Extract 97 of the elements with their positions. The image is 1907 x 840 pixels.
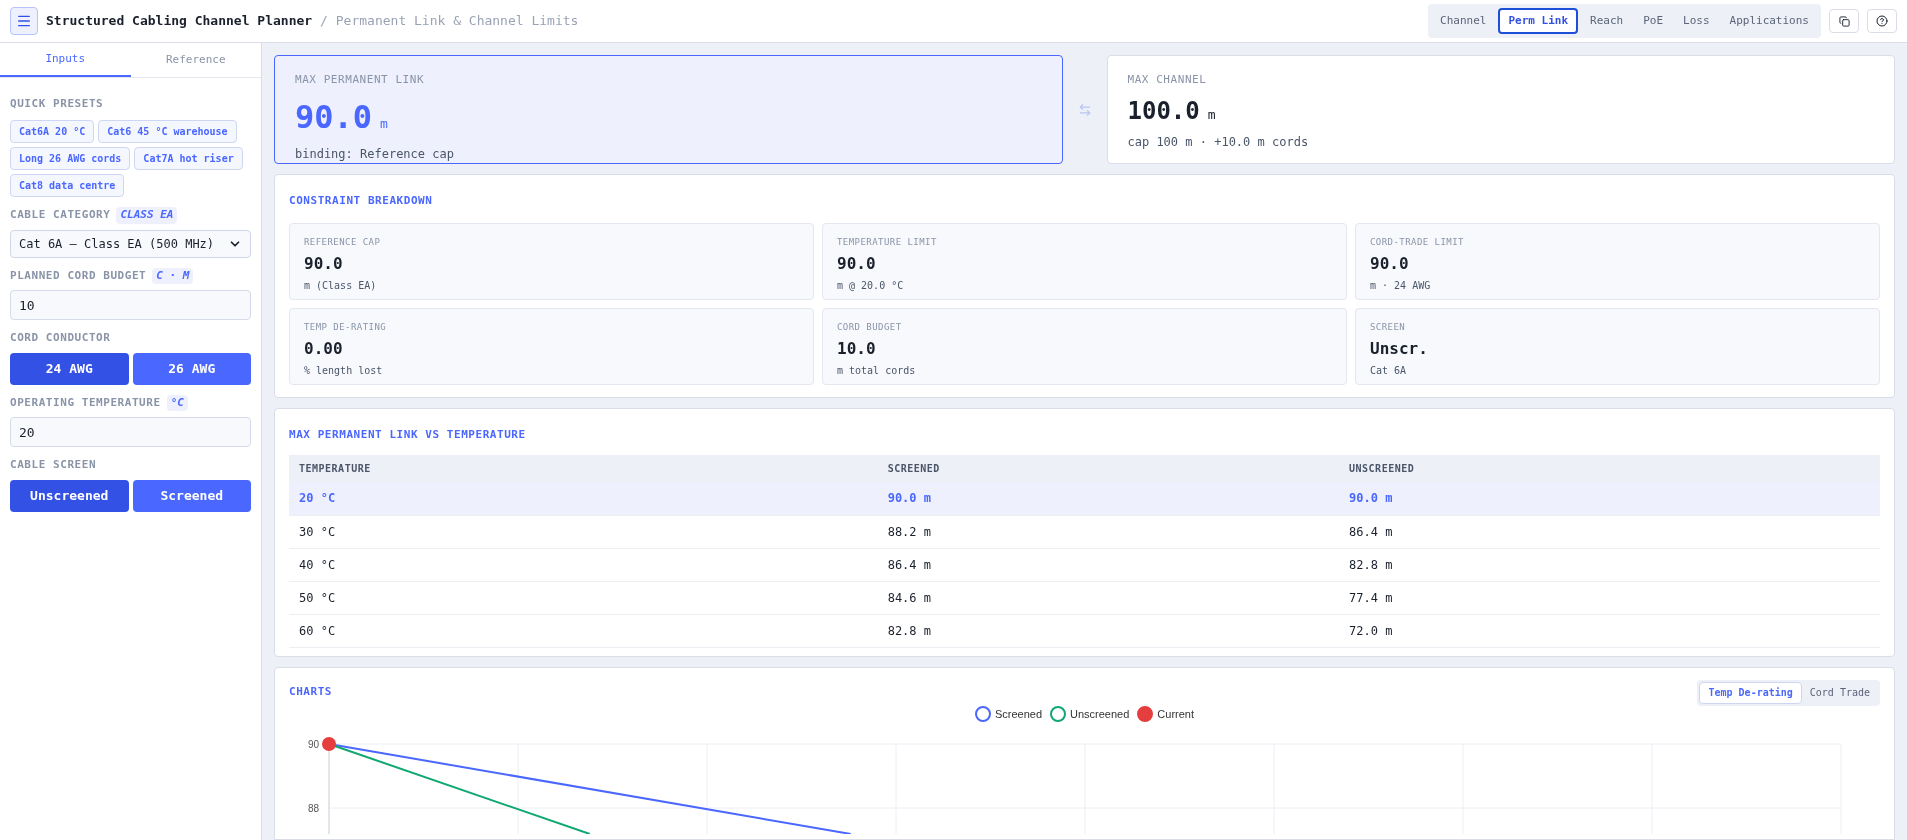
card-label: MAX PERMANENT LINK xyxy=(295,72,426,88)
metric-value: 0.00 xyxy=(304,337,344,360)
copy-button[interactable] xyxy=(1829,9,1859,33)
unit-tag: C · M xyxy=(152,267,194,284)
toggle-button[interactable]: Unscreened xyxy=(10,479,129,512)
table-cell: 20 °C xyxy=(289,482,878,515)
unit-label: m xyxy=(380,114,388,133)
table-row[interactable]: 60 °C 82.8 m 72.0 m xyxy=(289,614,1880,647)
page-subtitle: / Permanent Link & Channel Limits xyxy=(320,12,579,31)
legend-label: Current xyxy=(1157,706,1195,722)
nav-tab[interactable]: Loss xyxy=(1675,8,1718,34)
panel-title: MAX PERMANENT LINK VS TEMPERATURE xyxy=(289,428,526,441)
field-label: CORD CONDUCTOR xyxy=(10,330,111,346)
metric-label: SCREEN xyxy=(1370,321,1407,334)
column-header: UNSCREENED xyxy=(1339,455,1880,482)
metric-value: 90.0 xyxy=(837,252,877,275)
metric-value: 90.0 xyxy=(304,252,344,275)
metric-label: TEMP DE-RATING xyxy=(304,321,388,334)
field-label: CABLE CATEGORY xyxy=(10,207,111,223)
table-cell: 72.0 m xyxy=(1339,614,1880,647)
table-cell: 40 °C xyxy=(289,548,878,581)
preset-chip[interactable]: Cat6 45 °C warehouse xyxy=(98,120,237,143)
field-label: CABLE SCREEN xyxy=(10,457,97,473)
sidebar-tab[interactable]: Inputs xyxy=(0,43,131,77)
menu-icon xyxy=(16,13,32,29)
metric-note: m (Class EA) xyxy=(304,278,378,293)
field-label: PLANNED CORD BUDGET xyxy=(10,267,147,284)
field-label: OPERATING TEMPERATURE xyxy=(10,394,161,411)
table-cell: 82.8 m xyxy=(1339,548,1880,581)
copy-icon xyxy=(1838,15,1850,27)
big-value: 100.0 xyxy=(1127,95,1200,127)
y-tick-label: 90 xyxy=(307,739,319,750)
unit-tag: °C xyxy=(166,394,188,411)
toggle-button[interactable]: Screened xyxy=(132,479,251,512)
preset-chip[interactable]: Cat6A 20 °C xyxy=(10,120,95,143)
metric-note: m total cords xyxy=(837,363,917,378)
nav-tab[interactable]: Channel xyxy=(1432,8,1495,34)
swap-arrows-icon xyxy=(1077,102,1092,117)
metric-label: CORD BUDGET xyxy=(837,321,903,334)
table-row[interactable]: 40 °C 86.4 m 82.8 m xyxy=(289,548,1880,581)
metric-note: Cat 6A xyxy=(1370,363,1408,378)
app-title: Structured Cabling Channel Planner xyxy=(46,12,313,31)
table-cell: 77.4 m xyxy=(1339,581,1880,614)
nav-tab[interactable]: Applications xyxy=(1721,8,1817,34)
table-row[interactable]: 20 °C 90.0 m 90.0 m xyxy=(289,482,1880,515)
metric-value: 90.0 xyxy=(1370,252,1410,275)
table-row[interactable]: 30 °C 88.2 m 86.4 m xyxy=(289,515,1880,548)
card-note: cap 100 m · +10.0 m cords xyxy=(1127,133,1310,151)
table-cell: 88.2 m xyxy=(877,515,1340,548)
column-header: TEMPERATURE xyxy=(289,455,878,482)
section-label: QUICK PRESETS xyxy=(10,97,104,110)
metric-note: m @ 20.0 °C xyxy=(837,278,905,293)
legend-label: Unscreened xyxy=(1070,706,1130,722)
input-field[interactable]: 20 xyxy=(10,417,251,447)
table-cell: 84.6 m xyxy=(877,581,1340,614)
y-tick-label: 88 xyxy=(307,803,319,814)
category-select[interactable]: Cat 6A — Class EA (500 MHz) xyxy=(10,229,251,258)
column-header: SCREENED xyxy=(877,455,1340,482)
nav-tab[interactable]: PoE xyxy=(1635,8,1671,34)
toggle-button[interactable]: 24 AWG xyxy=(10,352,129,385)
table-cell: 60 °C xyxy=(289,614,878,647)
help-icon xyxy=(1876,15,1888,27)
preset-chip[interactable]: Cat8 data centre xyxy=(10,174,125,197)
panel-title: CONSTRAINT BREAKDOWN xyxy=(289,194,433,207)
chart-tab[interactable]: Cord Trade xyxy=(1801,681,1878,704)
table-cell: 50 °C xyxy=(289,581,878,614)
card-note: binding: Reference cap xyxy=(295,145,455,163)
sidebar-tab[interactable]: Reference xyxy=(130,43,261,77)
panel-title: CHARTS xyxy=(289,684,333,701)
metric-label: CORD-TRADE LIMIT xyxy=(1370,236,1465,249)
table-cell: 90.0 m xyxy=(1339,482,1880,515)
table-cell: 30 °C xyxy=(289,515,878,548)
nav-tab[interactable]: Reach xyxy=(1582,8,1632,34)
toggle-button[interactable]: 26 AWG xyxy=(132,352,251,385)
table-cell: 82.8 m xyxy=(877,614,1340,647)
metric-value: Unscr. xyxy=(1370,337,1429,360)
metric-note: m · 24 AWG xyxy=(1370,278,1432,293)
metric-note: % length lost xyxy=(304,363,384,378)
help-button[interactable] xyxy=(1867,9,1897,33)
metric-label: TEMPERATURE LIMIT xyxy=(837,236,938,249)
unit-label: m xyxy=(1207,105,1216,124)
table-cell: 86.4 m xyxy=(1339,515,1880,548)
preset-chip[interactable]: Cat7A hot riser xyxy=(134,147,243,170)
chart-tab[interactable]: Temp De-rating xyxy=(1699,681,1802,704)
metric-label: REFERENCE CAP xyxy=(304,236,382,249)
legend-label: Screened xyxy=(994,706,1043,722)
card-label: MAX CHANNEL xyxy=(1127,72,1208,88)
preset-chip[interactable]: Long 26 AWG cords xyxy=(10,147,131,170)
metric-value: 10.0 xyxy=(837,337,877,360)
table-cell: 86.4 m xyxy=(877,548,1340,581)
unit-tag: CLASS EA xyxy=(116,207,178,224)
table-row[interactable]: 50 °C 84.6 m 77.4 m xyxy=(289,581,1880,614)
nav-tab[interactable]: Perm Link xyxy=(1498,8,1578,34)
input-field[interactable]: 10 xyxy=(10,290,251,320)
table-cell: 90.0 m xyxy=(877,482,1340,515)
big-value: 90.0 xyxy=(295,96,373,138)
menu-button[interactable] xyxy=(10,7,38,35)
